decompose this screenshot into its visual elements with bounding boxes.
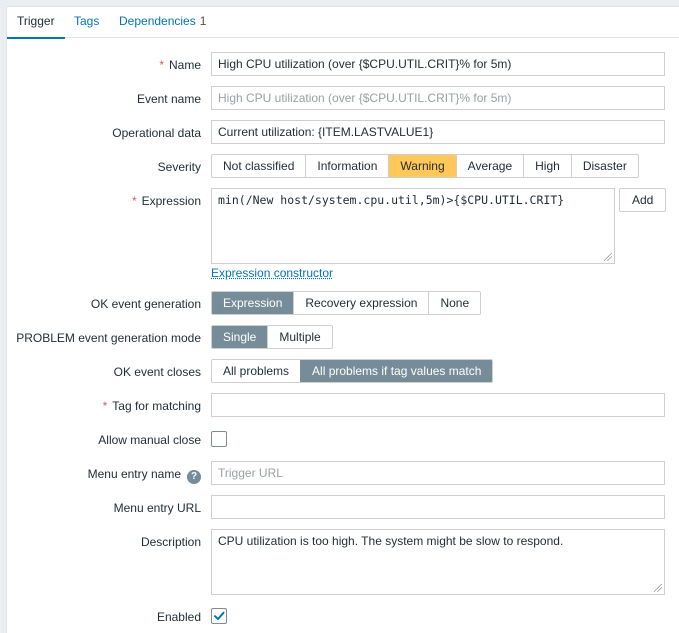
severity-selector: Not classified Information Warning Avera… <box>211 154 639 178</box>
ok-event-closes-label: OK event closes <box>113 365 201 379</box>
tag-for-matching-input[interactable] <box>211 393 665 417</box>
tab-tags[interactable]: Tags <box>74 7 99 38</box>
name-label: * Name <box>159 58 201 72</box>
menu-entry-url-input[interactable] <box>211 495 665 519</box>
severity-information[interactable]: Information <box>305 155 388 177</box>
tab-dependencies-label: Dependencies <box>119 14 196 28</box>
tab-dependencies[interactable]: Dependencies 1 <box>119 7 206 38</box>
operational-data-input[interactable]: Current utilization: {ITEM.LASTVALUE1} <box>211 120 665 144</box>
allow-manual-close-label: Allow manual close <box>98 433 201 447</box>
tab-trigger-label: Trigger <box>17 14 55 28</box>
ok-event-expression[interactable]: Expression <box>212 292 294 314</box>
ok-event-none[interactable]: None <box>428 292 480 314</box>
required-marker: * <box>159 58 164 72</box>
ok-event-closes-selector: All problems All problems if tag values … <box>211 359 494 383</box>
tab-trigger[interactable]: Trigger <box>7 7 65 39</box>
required-marker: * <box>131 194 137 208</box>
severity-high[interactable]: High <box>523 155 571 177</box>
description-textarea[interactable]: CPU utilization is too high. The system … <box>211 529 665 595</box>
expression-label: * Expression <box>131 194 201 208</box>
tag-for-matching-label: * Tag for matching <box>102 399 201 413</box>
severity-disaster[interactable]: Disaster <box>570 155 638 177</box>
dependencies-count-badge: 1 <box>199 14 207 28</box>
name-input[interactable]: High CPU utilization (over {$CPU.UTIL.CR… <box>211 52 665 76</box>
severity-average[interactable]: Average <box>455 155 523 177</box>
tab-tags-label: Tags <box>74 14 100 28</box>
description-value: CPU utilization is too high. The system … <box>218 534 564 548</box>
trigger-form-card: Trigger Tags Dependencies 1 * Name High CP… <box>6 6 679 633</box>
description-label: Description <box>140 535 201 549</box>
resize-handle[interactable] <box>654 584 662 592</box>
menu-entry-name-label: Menu entry name? <box>88 467 201 484</box>
severity-warning[interactable]: Warning <box>388 155 456 177</box>
enabled-checkbox[interactable] <box>211 608 227 624</box>
severity-label: Severity <box>157 160 201 174</box>
expression-value: min(/New host/system.cpu.util,5m)>{$CPU.… <box>218 193 565 207</box>
required-marker: * <box>102 399 108 413</box>
tab-bar: Trigger Tags Dependencies 1 <box>7 7 679 39</box>
event-name-label: Event name <box>136 92 201 106</box>
operational-data-label: Operational data <box>112 126 201 140</box>
ok-event-recovery-expression[interactable]: Recovery expression <box>293 292 428 314</box>
severity-not-classified[interactable]: Not classified <box>212 155 305 177</box>
problem-mode-multiple[interactable]: Multiple <box>267 326 331 348</box>
event-name-input[interactable]: High CPU utilization (over {$CPU.UTIL.CR… <box>211 86 665 110</box>
expression-textarea[interactable]: min(/New host/system.cpu.util,5m)>{$CPU.… <box>211 188 615 264</box>
ok-closes-tag-values-match[interactable]: All problems if tag values match <box>300 360 493 382</box>
ok-event-generation-selector: Expression Recovery expression None <box>211 291 482 315</box>
menu-entry-name-input[interactable]: Trigger URL <box>211 461 665 485</box>
allow-manual-close-checkbox[interactable] <box>211 431 227 447</box>
menu-entry-url-label: Menu entry URL <box>113 501 201 515</box>
problem-mode-label: PROBLEM event generation mode <box>16 331 201 345</box>
problem-mode-single[interactable]: Single <box>212 326 268 348</box>
resize-handle[interactable] <box>604 253 612 261</box>
help-icon[interactable]: ? <box>187 470 201 484</box>
ok-event-generation-label: OK event generation <box>90 297 201 311</box>
ok-closes-all-problems[interactable]: All problems <box>212 360 300 382</box>
add-expression-button[interactable]: Add <box>619 188 667 212</box>
checkmark-icon <box>214 611 225 620</box>
enabled-label: Enabled <box>156 610 201 624</box>
problem-mode-selector: Single Multiple <box>211 325 333 349</box>
expression-constructor-link[interactable]: Expression constructor <box>211 266 333 280</box>
